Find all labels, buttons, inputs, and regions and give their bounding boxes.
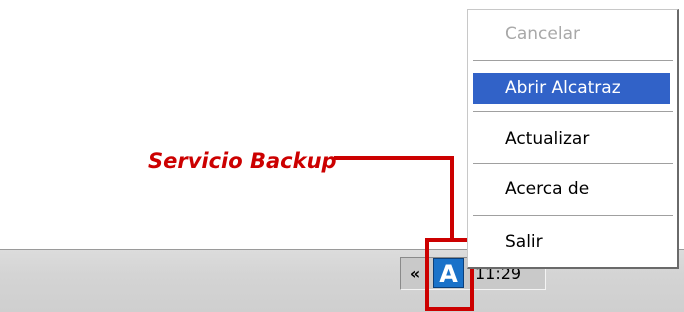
menu-item-cancelar: Cancelar (505, 24, 580, 44)
menu-separator (473, 60, 673, 62)
menu-separator (473, 111, 673, 113)
menu-separator (473, 163, 673, 165)
callout-label: Servicio Backup (148, 149, 337, 173)
tray-context-menu: Cancelar Abrir Alcatraz Actualizar Acerc… (467, 9, 679, 269)
callout-line-horizontal (334, 156, 454, 160)
callout-line-vertical (450, 156, 454, 240)
menu-separator (473, 215, 673, 217)
menu-item-actualizar[interactable]: Actualizar (473, 124, 670, 155)
menu-item-acerca-de[interactable]: Acerca de (473, 174, 670, 205)
show-hidden-icons-chevron-icon[interactable]: « (404, 262, 426, 286)
menu-item-abrir-alcatraz[interactable]: Abrir Alcatraz (473, 73, 670, 104)
menu-item-salir[interactable]: Salir (473, 227, 670, 258)
